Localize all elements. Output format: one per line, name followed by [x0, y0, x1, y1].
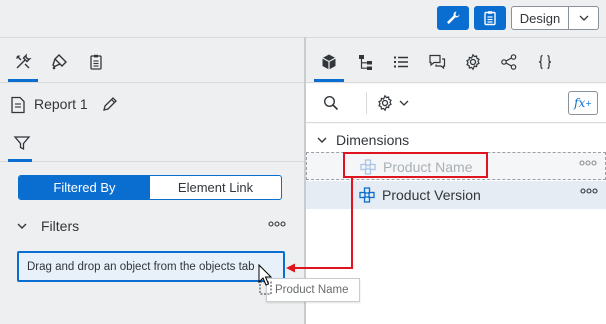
- fx-plus: +: [585, 98, 592, 108]
- list-icon: [392, 53, 410, 71]
- dimension-icon: [360, 159, 376, 175]
- right-panel-tabs: [306, 38, 606, 83]
- dimensions-section-header[interactable]: Dimensions: [306, 127, 606, 151]
- tab-settings[interactable]: [463, 52, 483, 72]
- chevron-down-icon: [398, 97, 410, 109]
- cube-icon: [320, 53, 338, 71]
- mode-dropdown-button[interactable]: [569, 7, 598, 29]
- search-icon[interactable]: [323, 95, 339, 111]
- tab-notes[interactable]: [86, 52, 106, 72]
- funnel-icon[interactable]: [13, 134, 31, 152]
- report-title-row: Report 1: [0, 84, 304, 124]
- dimension-item-product-name[interactable]: Product Name: [306, 152, 606, 180]
- dimension-item-product-version[interactable]: Product Version: [306, 181, 606, 209]
- top-toolbar: Design: [0, 0, 606, 37]
- braces-icon: [536, 53, 554, 71]
- tools-icon: [14, 53, 32, 71]
- filter-drop-zone[interactable]: Drag and drop an object from the objects…: [17, 251, 285, 282]
- tab-code[interactable]: [535, 52, 555, 72]
- chevron-down-icon: [578, 12, 590, 24]
- fx-label: fx: [574, 96, 586, 110]
- link-mode-segmented-button: Filtered By Element Link: [18, 175, 282, 200]
- active-tab-indicator: [8, 79, 38, 82]
- dimensions-label: Dimensions: [336, 132, 410, 148]
- more-options-icon[interactable]: [580, 188, 598, 194]
- toolbar-separator: [366, 92, 367, 114]
- tab-share[interactable]: [499, 52, 519, 72]
- comments-icon: [428, 53, 446, 71]
- dimension-label: Product Name: [383, 159, 473, 175]
- edit-pencil-icon[interactable]: [102, 96, 118, 112]
- tab-styling[interactable]: [50, 52, 70, 72]
- tab-comments[interactable]: [427, 52, 447, 72]
- filters-section-header[interactable]: Filters: [0, 210, 304, 240]
- objects-toolbar: fx +: [306, 84, 606, 123]
- dimension-icon: [359, 187, 375, 203]
- filters-label: Filters: [41, 218, 80, 234]
- more-options-icon[interactable]: [579, 160, 597, 166]
- left-panel: Report 1 Filtered By Element Link Filter…: [0, 37, 304, 324]
- filtered-by-option[interactable]: Filtered By: [19, 176, 150, 199]
- filter-tab-indicator: [8, 159, 32, 162]
- tab-hierarchy[interactable]: [356, 52, 376, 72]
- tab-list[interactable]: [391, 52, 411, 72]
- tab-tools[interactable]: [13, 52, 33, 72]
- settings-dropdown[interactable]: [376, 94, 410, 112]
- clipboard-icon: [482, 10, 498, 26]
- mode-label[interactable]: Design: [512, 7, 569, 29]
- add-formula-button[interactable]: fx +: [568, 91, 598, 115]
- share-icon: [500, 53, 518, 71]
- drag-ghost-label: Product Name: [266, 278, 360, 302]
- settings-icon: [376, 94, 394, 112]
- chevron-down-icon[interactable]: [316, 134, 328, 146]
- more-options-icon[interactable]: [268, 221, 286, 227]
- active-tab-indicator: [314, 79, 344, 82]
- dimension-label: Product Version: [382, 187, 481, 203]
- settings-icon: [464, 53, 482, 71]
- hierarchy-icon: [357, 53, 375, 71]
- report-name: Report 1: [34, 96, 88, 112]
- clipboard-button[interactable]: [474, 6, 506, 30]
- clipboard-icon: [87, 53, 105, 71]
- element-link-option[interactable]: Element Link: [150, 176, 281, 199]
- mode-select[interactable]: Design: [511, 6, 599, 30]
- chevron-down-icon[interactable]: [16, 220, 28, 232]
- left-panel-tabs: [0, 38, 304, 83]
- filter-tab-row: [0, 124, 304, 162]
- drag-ghost-text: Product Name: [275, 284, 349, 296]
- tab-objects[interactable]: [319, 52, 339, 72]
- document-icon: [10, 96, 26, 114]
- wrench-icon: [445, 10, 461, 26]
- wrench-button[interactable]: [437, 6, 469, 30]
- paint-icon: [51, 53, 69, 71]
